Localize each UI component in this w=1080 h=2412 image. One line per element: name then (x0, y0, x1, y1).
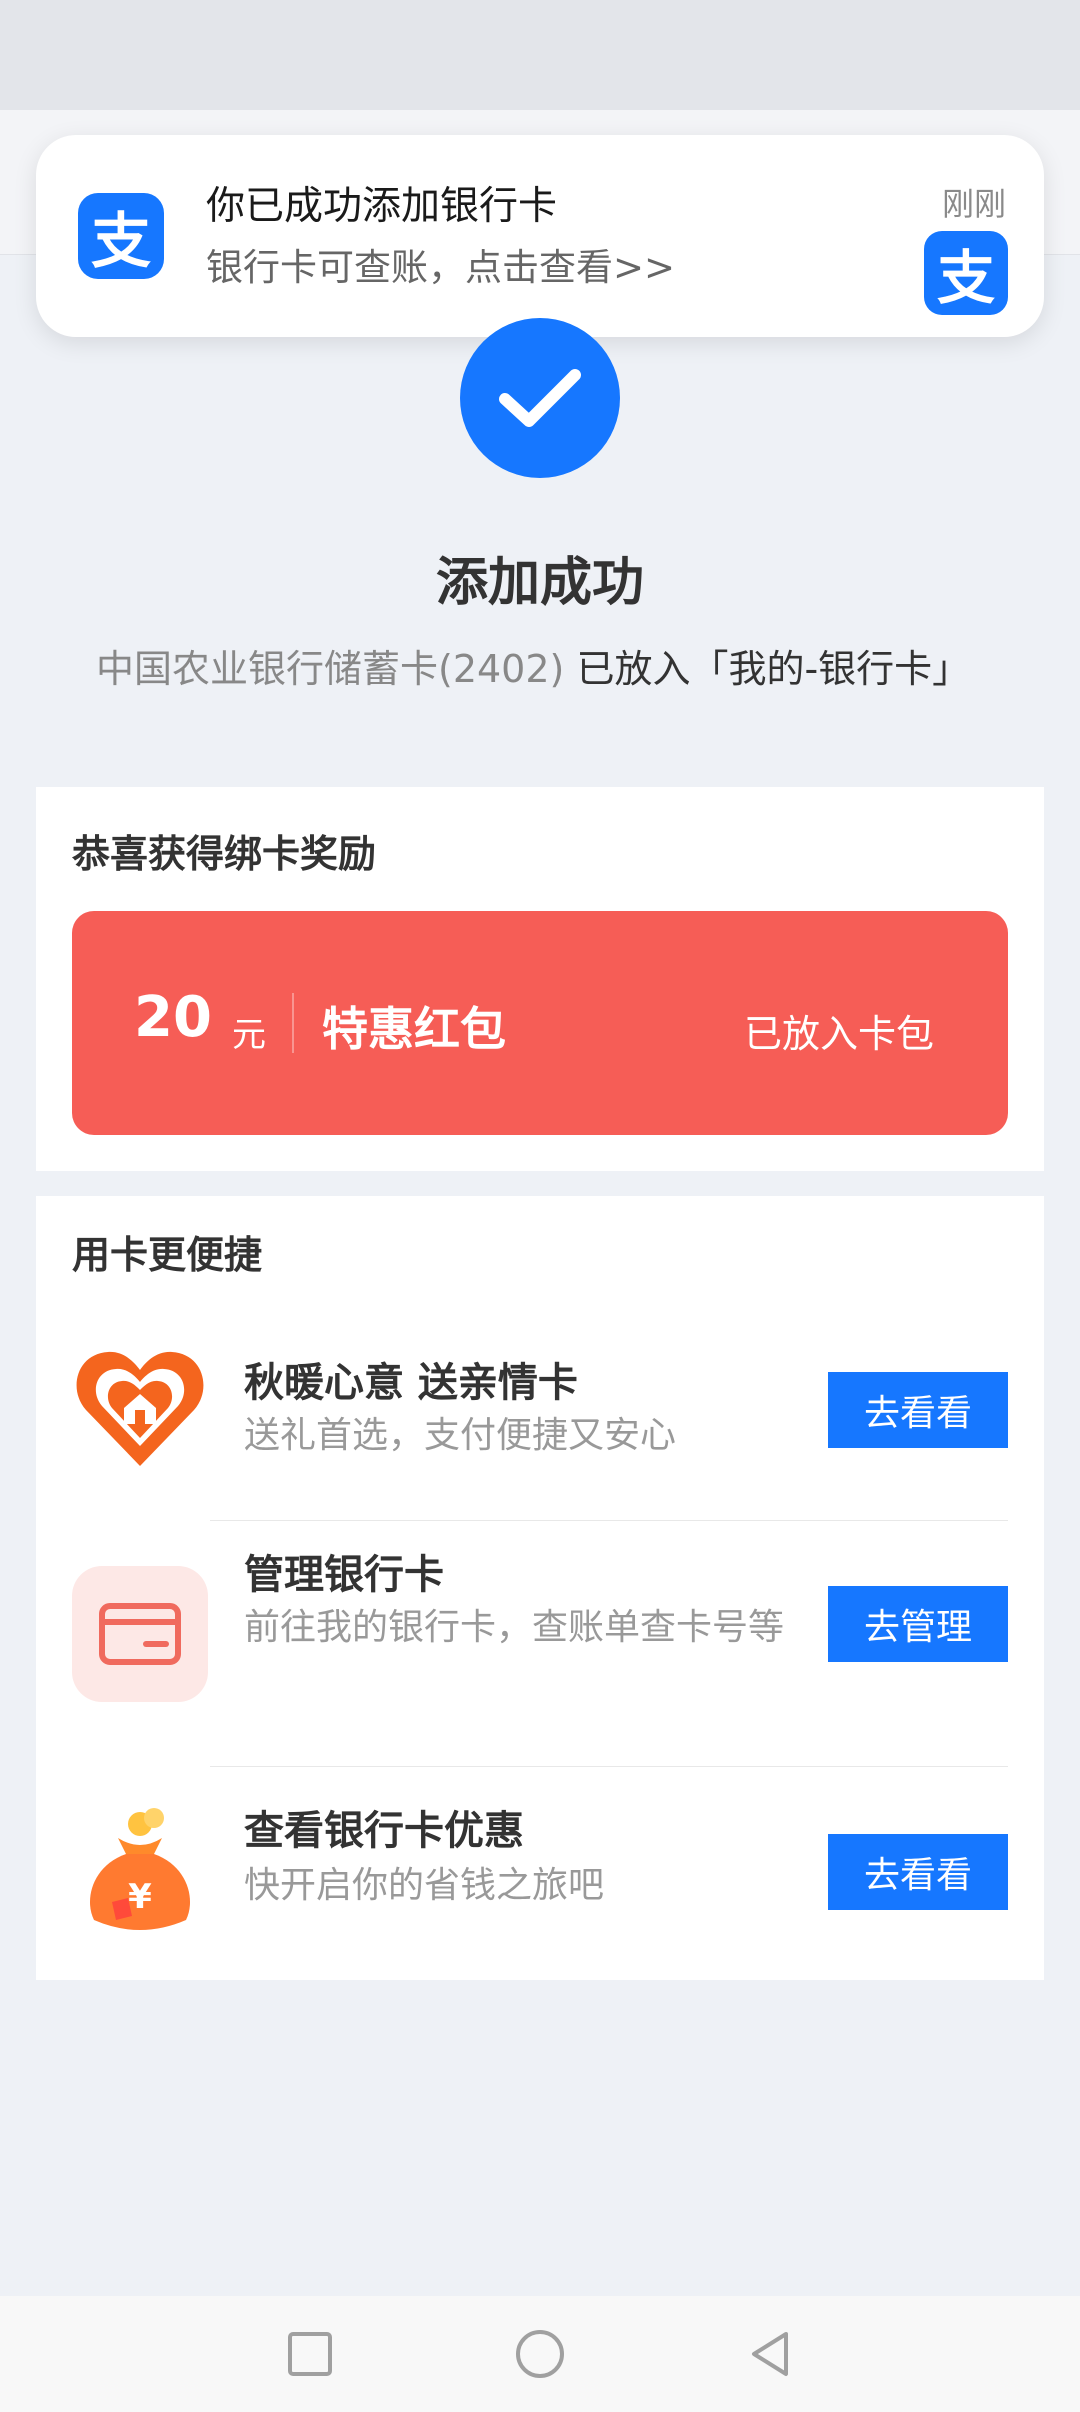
money-bag-icon: ¥ (72, 1804, 208, 1940)
screen: { "notification": { "app_icon": "alipay-… (0, 0, 1080, 2412)
tools-heading: 用卡更便捷 (72, 1233, 263, 1277)
list-item-desc: 前往我的银行卡，查账单查卡号等 (244, 1607, 785, 1648)
list-item[interactable]: 管理银行卡 前往我的银行卡，查账单查卡号等 去管理 (36, 1522, 1044, 1722)
list-item[interactable]: ¥ 查看银行卡优惠 快开启你的省钱之旅吧 去看看 (36, 1768, 1044, 1968)
red-packet-name: 特惠红包 (322, 1002, 506, 1056)
red-packet-status: 已放入卡包 (743, 1012, 934, 1056)
heart-home-icon (72, 1340, 208, 1476)
divider (210, 1520, 1008, 1521)
go-see-button[interactable]: 去看看 (828, 1834, 1008, 1910)
divider (292, 993, 294, 1053)
notification-title: 你已成功添加银行卡 (206, 184, 558, 229)
list-item-title: 秋暖心意 送亲情卡 (244, 1360, 578, 1406)
reward-heading: 恭喜获得绑卡奖励 (72, 832, 377, 876)
red-packet-amount: 20 (134, 985, 212, 1050)
go-see-button[interactable]: 去看看 (828, 1372, 1008, 1448)
red-packet-unit: 元 (232, 1015, 266, 1055)
alipay-icon: 支 (924, 231, 1008, 315)
success-title: 添加成功 (435, 553, 644, 613)
list-item-title: 查看银行卡优惠 (244, 1808, 524, 1854)
check-icon (460, 318, 620, 478)
divider (210, 1766, 1008, 1767)
notification-body: 银行卡可查账，点击查看>> (206, 246, 676, 289)
tools-panel: 用卡更便捷 秋暖心意 送亲情卡 送礼首选，支付便捷又安心 去看看 管理银行卡 前… (36, 1196, 1044, 1980)
success-subtitle: 中国农业银行储蓄卡(2402) 已放入「我的-银行卡」 (96, 638, 970, 693)
placed-text: 已放入「我的-银行卡」 (576, 647, 971, 691)
reward-panel: 恭喜获得绑卡奖励 20 元 特惠红包 已放入卡包 (36, 787, 1044, 1171)
home-icon[interactable] (512, 2326, 568, 2382)
bank-card-icon (72, 1566, 208, 1702)
back-icon[interactable] (742, 2326, 798, 2382)
status-bar-area (0, 0, 1080, 110)
manage-button[interactable]: 去管理 (828, 1586, 1008, 1662)
bank-card-name: 中国农业银行储蓄卡(2402) (96, 647, 565, 691)
recents-icon[interactable] (282, 2326, 338, 2382)
list-item-title: 管理银行卡 (244, 1552, 444, 1598)
list-item-desc: 快开启你的省钱之旅吧 (244, 1865, 605, 1906)
alipay-icon: 支 (78, 193, 164, 279)
list-item-desc: 送礼首选，支付便捷又安心 (244, 1415, 677, 1456)
svg-text:¥: ¥ (128, 1877, 152, 1917)
notification-time: 刚刚 (941, 185, 1006, 223)
system-nav-bar (0, 2296, 1080, 2412)
red-packet-card[interactable]: 20 元 特惠红包 已放入卡包 (72, 911, 1008, 1135)
list-item[interactable]: 秋暖心意 送亲情卡 送礼首选，支付便捷又安心 去看看 (36, 1314, 1044, 1514)
notification-banner[interactable]: 支 你已成功添加银行卡 银行卡可查账，点击查看>> 刚刚 支 (36, 135, 1044, 337)
